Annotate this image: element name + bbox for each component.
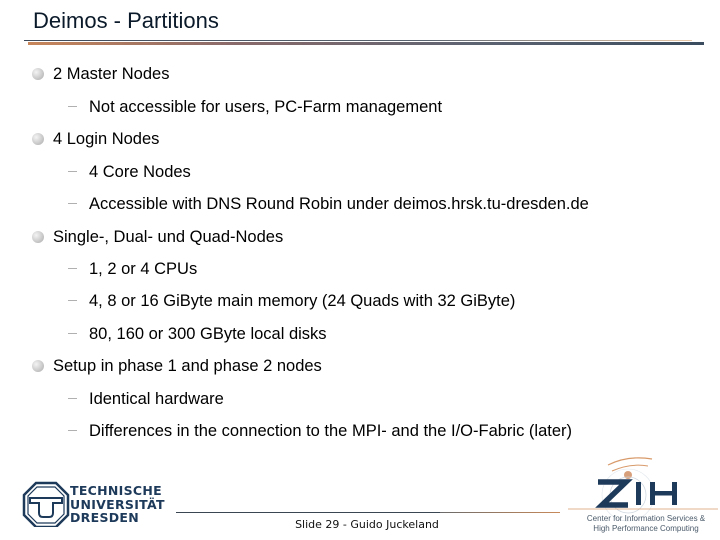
zih-tagline: Center for Information Services & High P…: [586, 514, 706, 533]
sub-bullet-item: Identical hardware: [68, 390, 224, 409]
sub-bullet-item: 4, 8 or 16 GiByte main memory (24 Quads …: [68, 292, 515, 311]
bullet-icon: [32, 133, 44, 145]
footer-divider-accent: [440, 512, 560, 513]
bullet-icon: [32, 231, 44, 243]
dash-icon: [68, 398, 77, 399]
sub-bullet-item: Differences in the connection to the MPI…: [68, 422, 572, 441]
dash-icon: [68, 268, 77, 269]
dash-icon: [68, 333, 77, 334]
bullet-item: Single-, Dual- und Quad-Nodes: [32, 228, 283, 247]
sub-bullet-item: Accessible with DNS Round Robin under de…: [68, 195, 589, 214]
bullet-item: 4 Login Nodes: [32, 130, 159, 149]
sub-bullet-item: 80, 160 or 300 GByte local disks: [68, 325, 327, 344]
sub-bullet-item: 4 Core Nodes: [68, 163, 191, 182]
title-divider-thick: [28, 42, 704, 45]
dash-icon: [68, 106, 77, 107]
bullet-icon: [32, 68, 44, 80]
dash-icon: [68, 300, 77, 301]
dash-icon: [68, 430, 77, 431]
slide-title: Deimos - Partitions: [33, 8, 219, 33]
sub-bullet-item: 1, 2 or 4 CPUs: [68, 260, 197, 279]
dash-icon: [68, 171, 77, 172]
bullet-item: 2 Master Nodes: [32, 65, 169, 84]
title-divider-thin: [24, 40, 692, 41]
bullet-icon: [32, 360, 44, 372]
dash-icon: [68, 203, 77, 204]
footer-divider: [176, 512, 446, 513]
sub-bullet-item: Not accessible for users, PC-Farm manage…: [68, 98, 442, 117]
bullet-item: Setup in phase 1 and phase 2 nodes: [32, 357, 322, 376]
